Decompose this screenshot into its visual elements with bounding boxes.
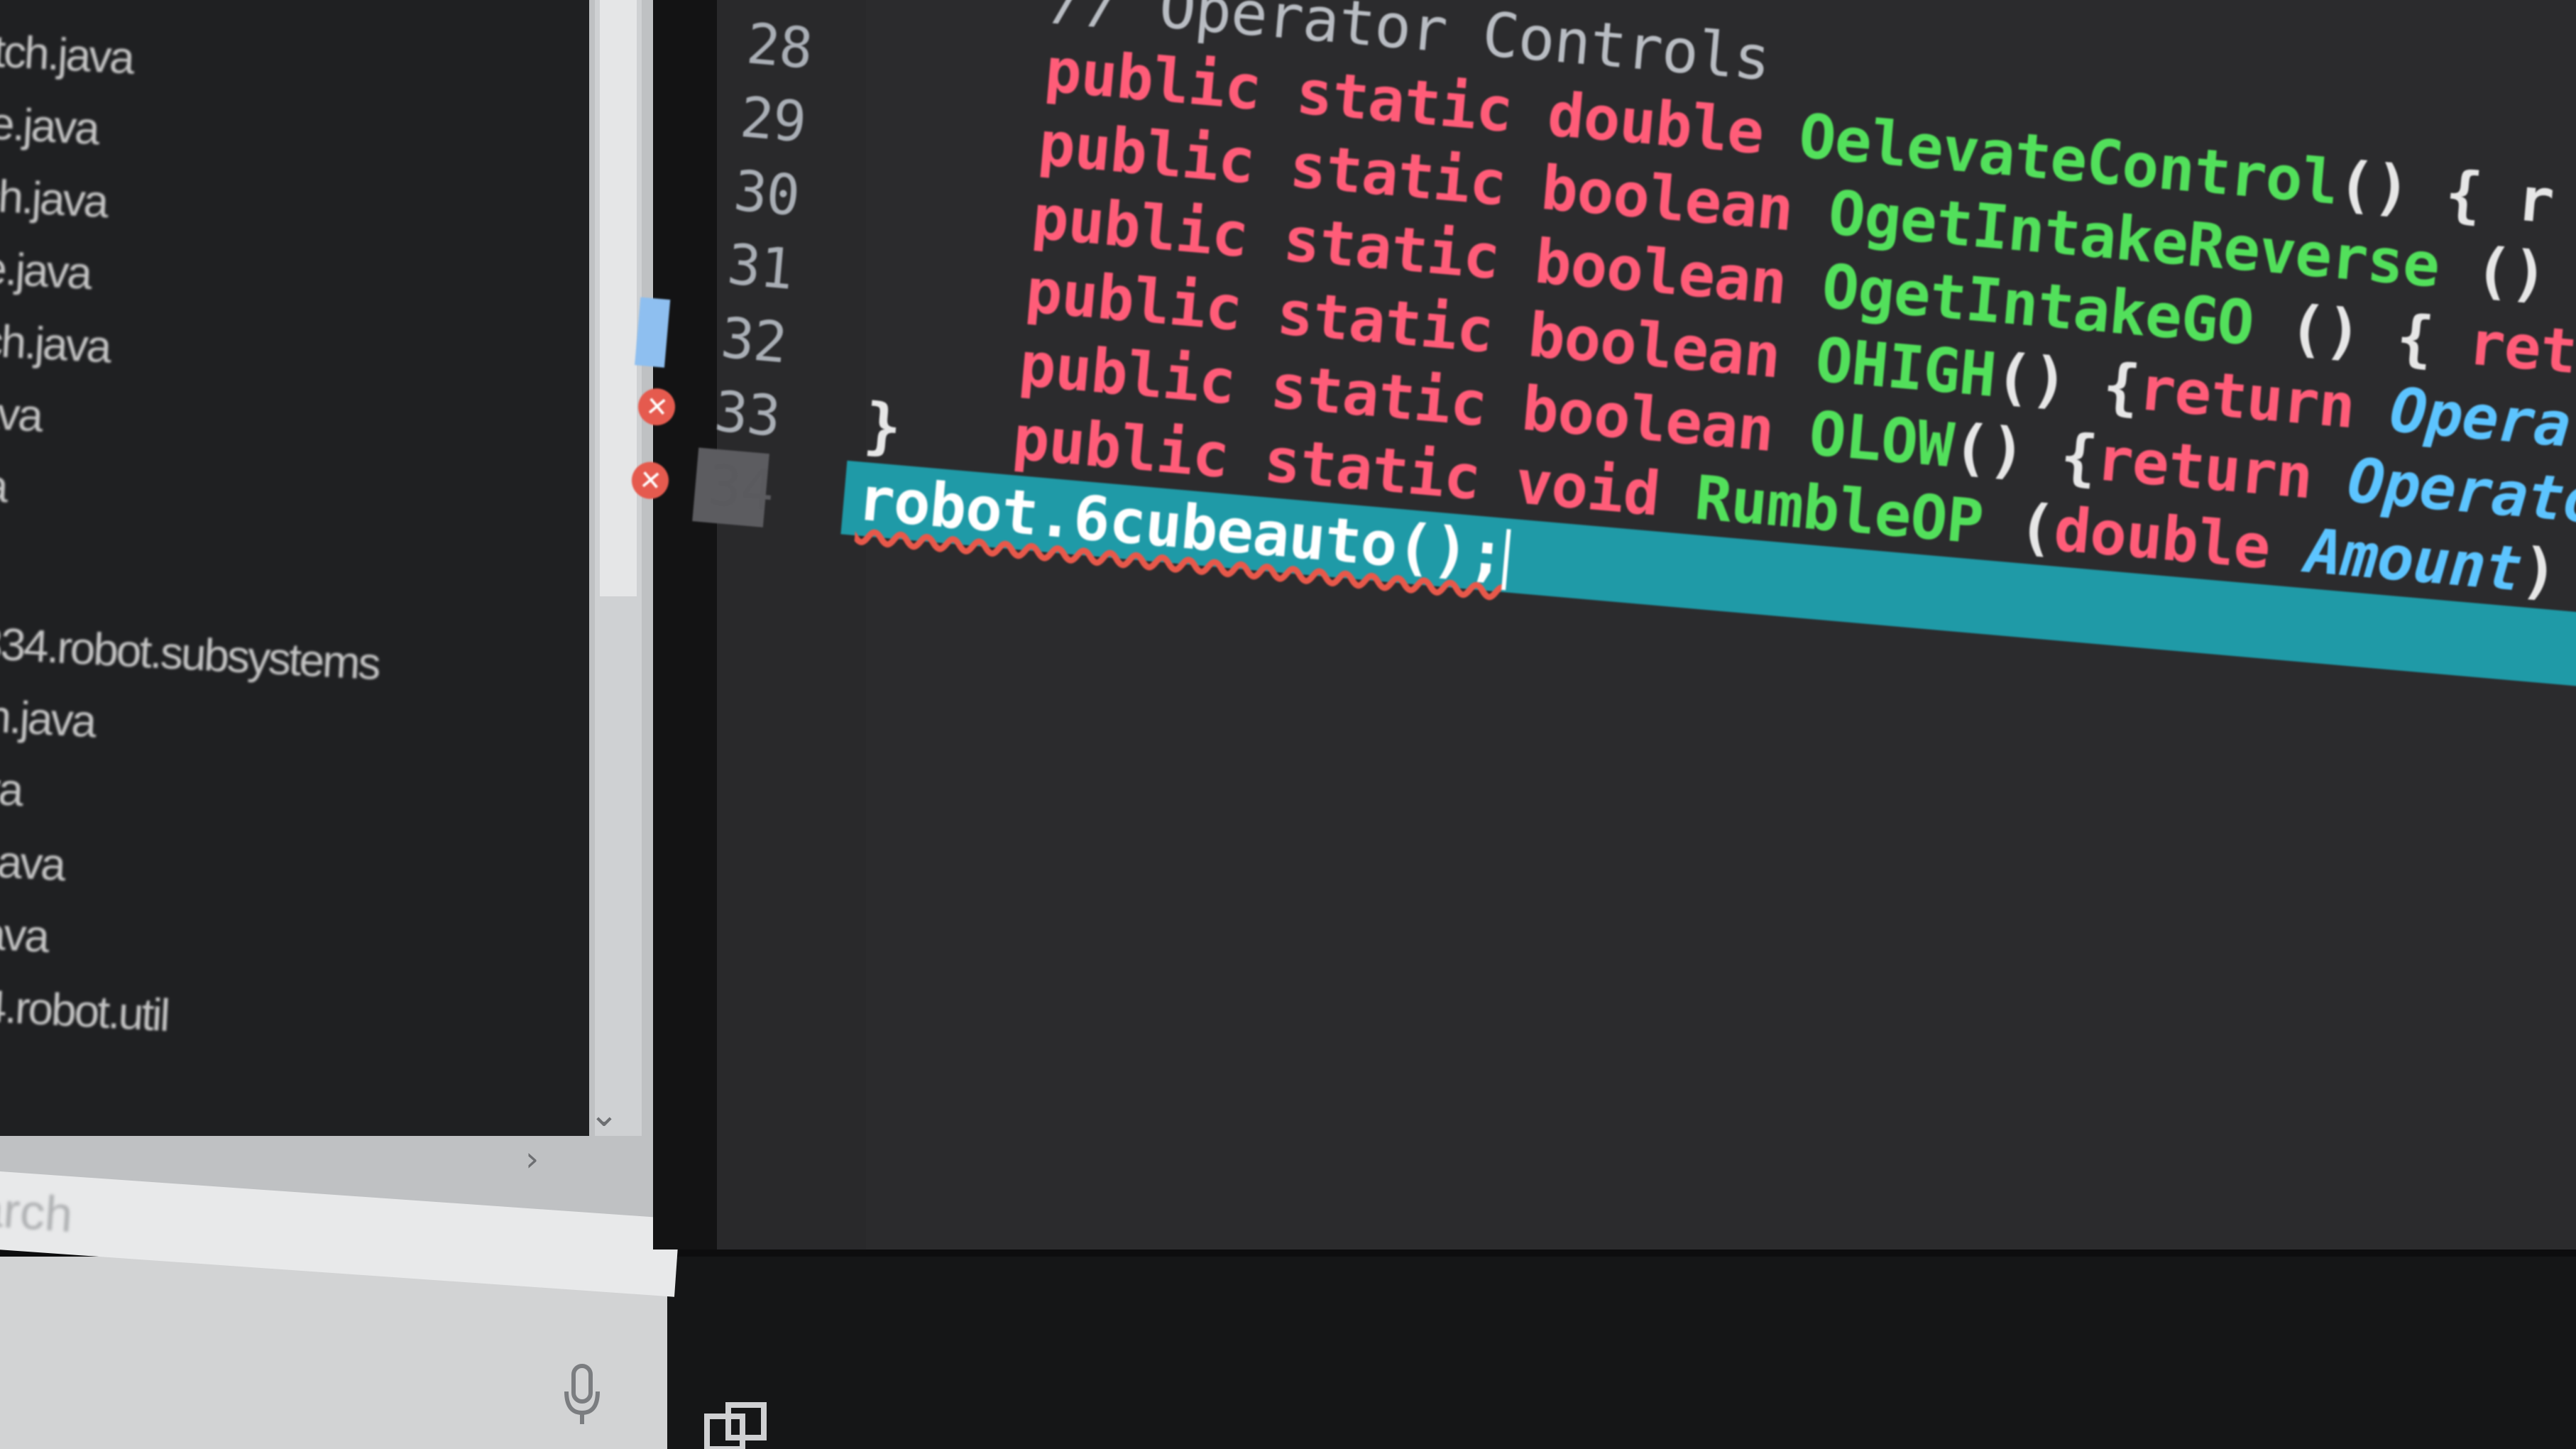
line-number: 29 (738, 85, 809, 155)
project-tree: itch.java le.java ch.java le.java tch.ja… (0, 0, 589, 1136)
method-name: OLOW (1806, 398, 1956, 482)
scroll-right-chevron-icon[interactable]: › (525, 1139, 539, 1179)
code-keyword: ret (2465, 307, 2576, 388)
code-text: ) { (2518, 535, 2576, 615)
method-name: OHIGH (1812, 324, 1999, 412)
line-number: 32 (718, 306, 789, 376)
closing-brace: } (861, 389, 904, 464)
line-number: 31 (725, 233, 796, 302)
code-text: ( (1979, 487, 2058, 565)
project-tree-list: itch.java le.java ch.java le.java tch.ja… (0, 14, 589, 1073)
explorer-scrollbar-thumb[interactable] (600, 0, 637, 596)
screen-photo: itch.java le.java ch.java le.java tch.ja… (0, 0, 2576, 1449)
code-text: () { (1950, 410, 2100, 494)
task-view-icon[interactable] (703, 1402, 781, 1449)
package-explorer-panel: itch.java le.java ch.java le.java tch.ja… (0, 0, 724, 1235)
scroll-down-chevron-icon[interactable]: ⌄ (589, 1093, 619, 1134)
code-text: () { (1992, 340, 2142, 424)
line-number: 30 (731, 159, 802, 229)
bookmark-marker[interactable] (635, 297, 671, 368)
microphone-icon[interactable] (561, 1363, 603, 1427)
line-number: 28 (744, 12, 815, 82)
class-reference: Opera (2387, 375, 2573, 461)
line-number: 34 (705, 454, 777, 523)
line-number: 33 (711, 380, 783, 450)
search-placeholder: arch (0, 1180, 75, 1243)
